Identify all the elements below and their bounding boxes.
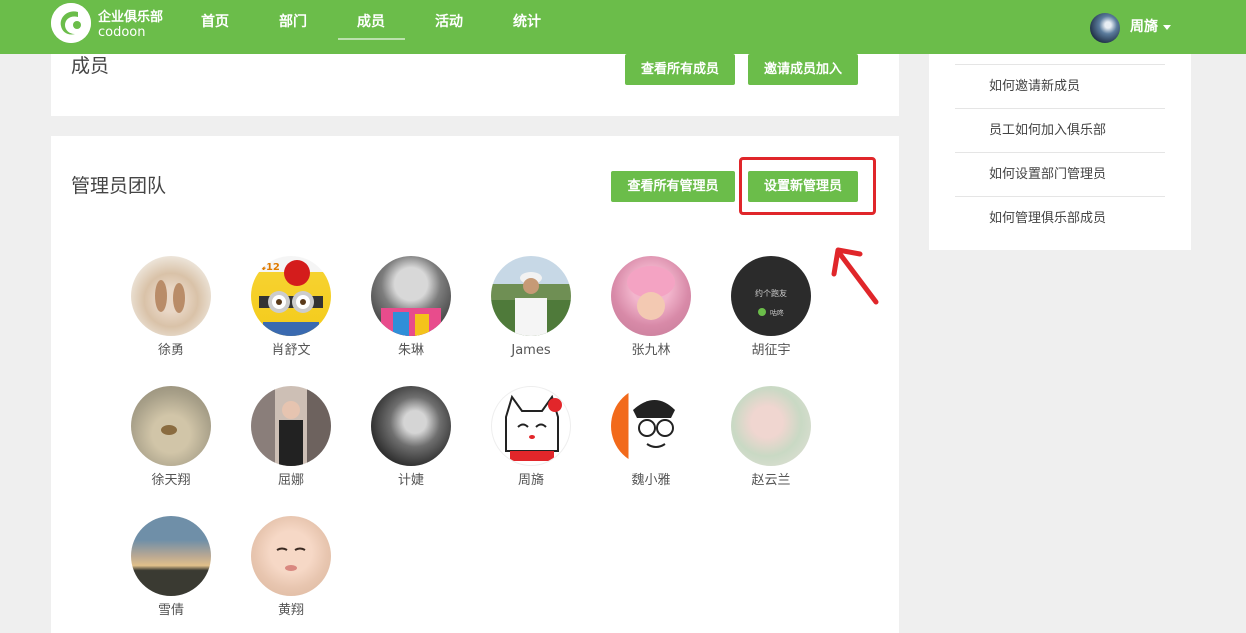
top-navbar: 企业俱乐部 codoon 首页 部门 成员 活动 统计 周旖 (0, 0, 1246, 54)
member-name: 黄翔 (277, 603, 304, 618)
user-name[interactable]: 周旖 (1130, 18, 1158, 36)
codoon-logo[interactable] (51, 3, 91, 43)
active-nav-indicator (338, 38, 405, 40)
highlight-box (739, 157, 876, 215)
avatar[interactable] (131, 256, 211, 336)
red-arrow-icon (831, 247, 879, 305)
member-name: 朱琳 (397, 343, 424, 358)
member-name: 屈娜 (277, 473, 304, 488)
member-name: 徐勇 (157, 343, 184, 358)
admin-team-title: 管理员团队 (71, 175, 167, 197)
user-avatar[interactable] (1090, 13, 1120, 43)
avatar[interactable] (131, 516, 211, 596)
member-name: 计婕 (397, 473, 424, 488)
member-name: James (511, 343, 551, 358)
avatar-badge: 咕咚 (770, 308, 784, 317)
nav-activities[interactable]: 活动 (435, 13, 463, 31)
brand-subtitle: codoon (98, 25, 146, 40)
avatar-caption: 约个跑友 (755, 288, 787, 298)
help-link-manage[interactable]: 如何管理俱乐部成员 (989, 210, 1106, 228)
avatar[interactable] (251, 386, 331, 466)
member-name: 雪倩 (157, 603, 184, 618)
help-link-invite[interactable]: 如何邀请新成员 (989, 78, 1080, 96)
avatar[interactable] (371, 386, 451, 466)
member-name: 赵云兰 (751, 473, 791, 488)
member-name: 徐天翔 (151, 473, 191, 488)
nav-departments[interactable]: 部门 (279, 13, 307, 31)
members-panel: 成员 查看所有成员 邀请成员加入 (51, 54, 899, 116)
divider (955, 152, 1165, 153)
invite-members-button[interactable]: 邀请成员加入 (748, 54, 858, 85)
members-title: 成员 (71, 55, 110, 77)
avatar[interactable] (371, 256, 451, 336)
divider (955, 196, 1165, 197)
member-name: 张九林 (631, 343, 671, 358)
member-name: 周旖 (517, 473, 544, 488)
avatar[interactable]: 约个跑友 咕咚 (731, 256, 811, 336)
avatar[interactable] (611, 386, 691, 466)
avatar[interactable] (731, 386, 811, 466)
avatar[interactable] (491, 256, 571, 336)
divider (955, 64, 1165, 65)
divider (955, 108, 1165, 109)
member-name: 胡征宇 (751, 343, 791, 358)
view-all-admins-button[interactable]: 查看所有管理员 (611, 171, 735, 202)
help-link-set-admin[interactable]: 如何设置部门管理员 (989, 166, 1106, 184)
help-link-join[interactable]: 员工如何加入俱乐部 (989, 122, 1106, 140)
member-name: 魏小雅 (631, 473, 671, 488)
brand-name: 企业俱乐部 (98, 10, 164, 25)
member-name: 肖舒文 (271, 343, 311, 358)
avatar[interactable] (251, 516, 331, 596)
avatar[interactable] (611, 256, 691, 336)
nav-statistics[interactable]: 统计 (513, 13, 541, 31)
avatar[interactable] (131, 386, 211, 466)
nav-members[interactable]: 成员 (357, 13, 385, 31)
view-all-members-button[interactable]: 查看所有成员 (625, 54, 735, 85)
chevron-down-icon[interactable] (1163, 25, 1171, 30)
avatar[interactable]: 412 (251, 256, 331, 336)
avatar[interactable] (491, 386, 571, 466)
nav-home[interactable]: 首页 (201, 13, 229, 31)
